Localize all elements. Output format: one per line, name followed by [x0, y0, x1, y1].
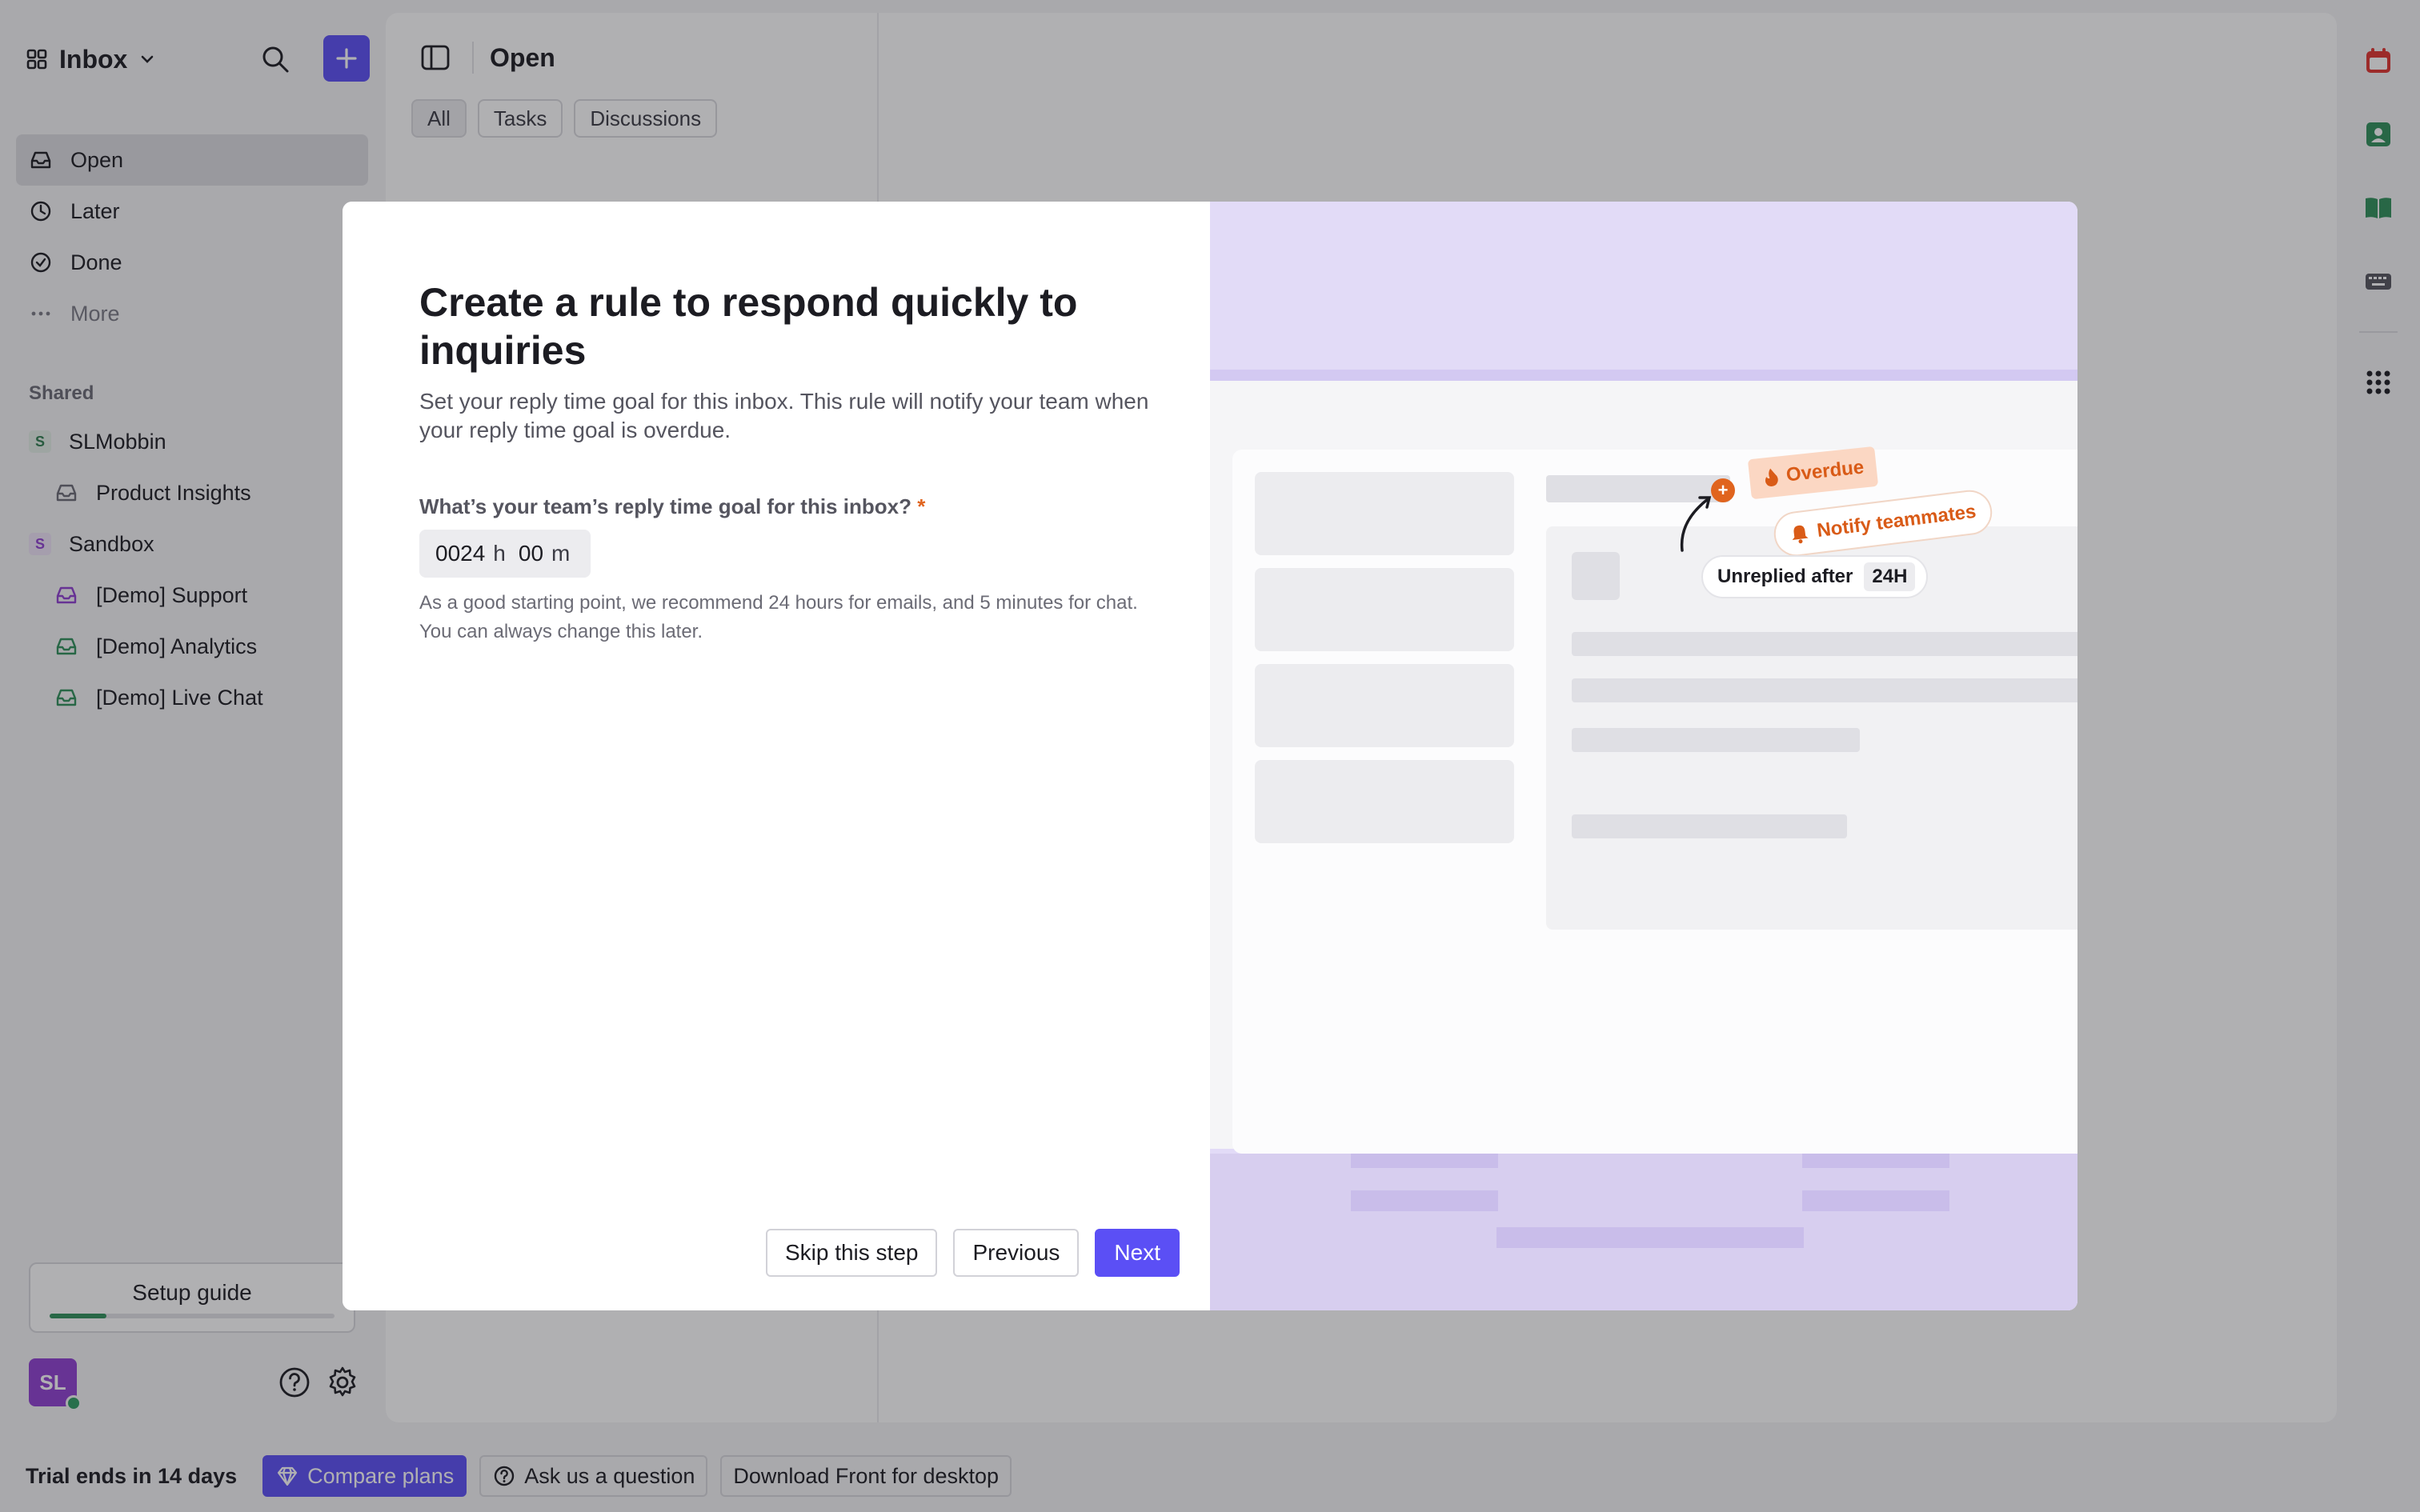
- previous-button[interactable]: Previous: [953, 1229, 1080, 1277]
- skip-step-button[interactable]: Skip this step: [765, 1229, 938, 1277]
- reply-goal-label: What’s your team’s reply time goal for t…: [419, 494, 925, 519]
- overdue-label: Overdue: [1785, 456, 1865, 486]
- modal-content: Create a rule to respond quickly to inqu…: [343, 202, 1210, 1310]
- skeleton-line: [1572, 814, 1847, 838]
- fire-icon: [1765, 468, 1778, 486]
- illustration-window: [1232, 450, 2077, 1154]
- modal-title: Create a rule to respond quickly to inqu…: [419, 280, 1078, 373]
- notify-label: Notify teammates: [1815, 500, 1977, 542]
- hours-value[interactable]: 0024: [435, 541, 485, 566]
- skeleton-item: [1255, 568, 1514, 651]
- skeleton-line: [1572, 678, 2077, 702]
- unreplied-value: 24H: [1864, 562, 1916, 591]
- minutes-unit: m: [551, 541, 571, 566]
- skeleton-item: [1255, 760, 1514, 843]
- reply-time-input[interactable]: 0024 h 00 m: [419, 530, 591, 578]
- illustration: + Overdue Notify teammates Unreplied aft…: [1210, 202, 2077, 1310]
- skeleton-item: [1255, 472, 1514, 555]
- skeleton-line: [1572, 728, 1860, 752]
- footer-skeleton: [1351, 1190, 1498, 1211]
- unreplied-tag: Unreplied after 24H: [1701, 555, 1929, 598]
- footer-skeleton: [1496, 1227, 1804, 1248]
- illustration-band: [1210, 370, 2077, 381]
- illustration-footer: [1210, 1154, 2077, 1310]
- modal-actions: Skip this step Previous Next: [765, 1229, 1180, 1277]
- reply-goal-label-text: What’s your team’s reply time goal for t…: [419, 494, 912, 518]
- footer-skeleton: [1802, 1154, 1949, 1168]
- next-button[interactable]: Next: [1095, 1229, 1180, 1277]
- plus-badge-icon: +: [1711, 478, 1735, 502]
- footer-skeleton: [1351, 1154, 1498, 1168]
- skeleton-avatar: [1572, 552, 1620, 600]
- reply-time-rule-modal: Create a rule to respond quickly to inqu…: [343, 202, 2077, 1310]
- unreplied-label: Unreplied after: [1717, 566, 1853, 587]
- required-mark: *: [917, 494, 926, 518]
- skeleton-line: [1572, 632, 2077, 656]
- reply-goal-help: As a good starting point, we recommend 2…: [419, 592, 1138, 642]
- hours-unit: h: [493, 541, 506, 566]
- bell-icon: [1792, 525, 1809, 544]
- skeleton-item: [1255, 664, 1514, 747]
- modal-subtitle: Set your reply time goal for this inbox.…: [419, 389, 1149, 442]
- footer-skeleton: [1802, 1190, 1949, 1211]
- minutes-value[interactable]: 00: [519, 541, 543, 566]
